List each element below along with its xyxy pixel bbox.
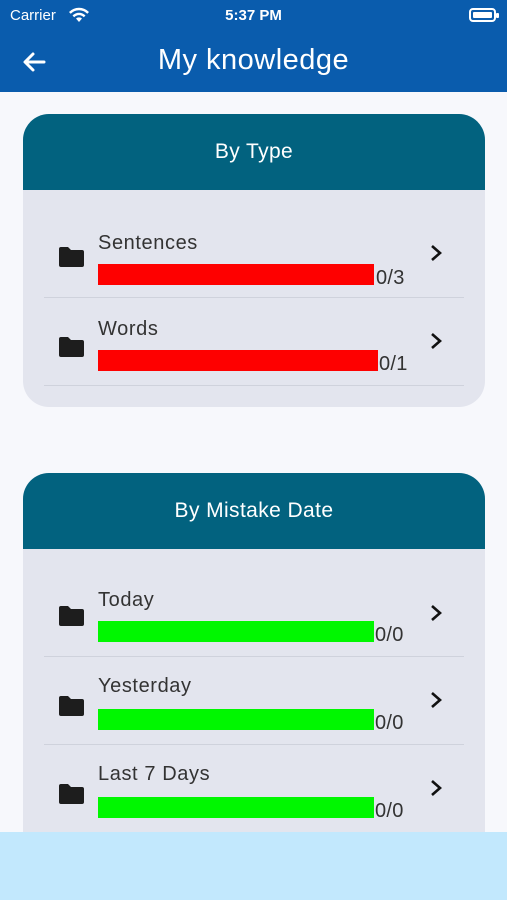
list-item-words[interactable]: Words 0/1 <box>44 298 464 386</box>
status-bar: Carrier 5:37 PM <box>0 0 507 30</box>
by-mistake-date-header: By Mistake Date <box>23 473 485 549</box>
list-item-sentences[interactable]: Sentences 0/3 <box>44 190 464 298</box>
progress-bar <box>98 709 374 730</box>
progress-count: 0/3 <box>376 267 405 289</box>
list-item-label: Words <box>98 318 159 340</box>
chevron-right-icon <box>431 333 442 349</box>
list-item-label: Last 7 Days <box>98 763 211 785</box>
by-type-card: By Type Sentences 0/3 Words 0/1 <box>23 114 485 407</box>
app-bar: Carrier 5:37 PM My knowledge <box>0 0 507 92</box>
list-item-last-7-days[interactable]: Last 7 Days 0/0 <box>44 745 464 833</box>
progress-count: 0/0 <box>375 624 404 646</box>
progress-bar <box>98 264 374 285</box>
progress-count: 0/0 <box>375 800 404 822</box>
list-item-label: Today <box>98 589 155 611</box>
progress-count: 0/0 <box>375 712 404 734</box>
folder-icon <box>59 337 84 357</box>
folder-icon <box>59 247 84 267</box>
list-item-label: Yesterday <box>98 675 192 697</box>
list-item-label: Sentences <box>98 232 198 254</box>
status-time: 5:37 PM <box>225 7 282 24</box>
progress-bar <box>98 621 374 642</box>
progress-bar <box>98 797 374 818</box>
progress-bar <box>98 350 378 371</box>
by-mistake-date-card: By Mistake Date Today 0/0 Yesterday 0/0 <box>23 473 485 873</box>
bottom-banner <box>0 832 507 900</box>
chevron-right-icon <box>431 245 442 261</box>
folder-icon <box>59 606 84 626</box>
battery-icon <box>469 8 499 22</box>
progress-count: 0/1 <box>379 353 408 375</box>
chevron-right-icon <box>431 692 442 708</box>
chevron-right-icon <box>431 605 442 621</box>
page-title: My knowledge <box>157 44 350 76</box>
list-item-yesterday[interactable]: Yesterday 0/0 <box>44 657 464 745</box>
folder-icon <box>59 784 84 804</box>
folder-icon <box>59 696 84 716</box>
list-item-today[interactable]: Today 0/0 <box>44 549 464 657</box>
chevron-right-icon <box>431 780 442 796</box>
by-type-header: By Type <box>23 114 485 190</box>
